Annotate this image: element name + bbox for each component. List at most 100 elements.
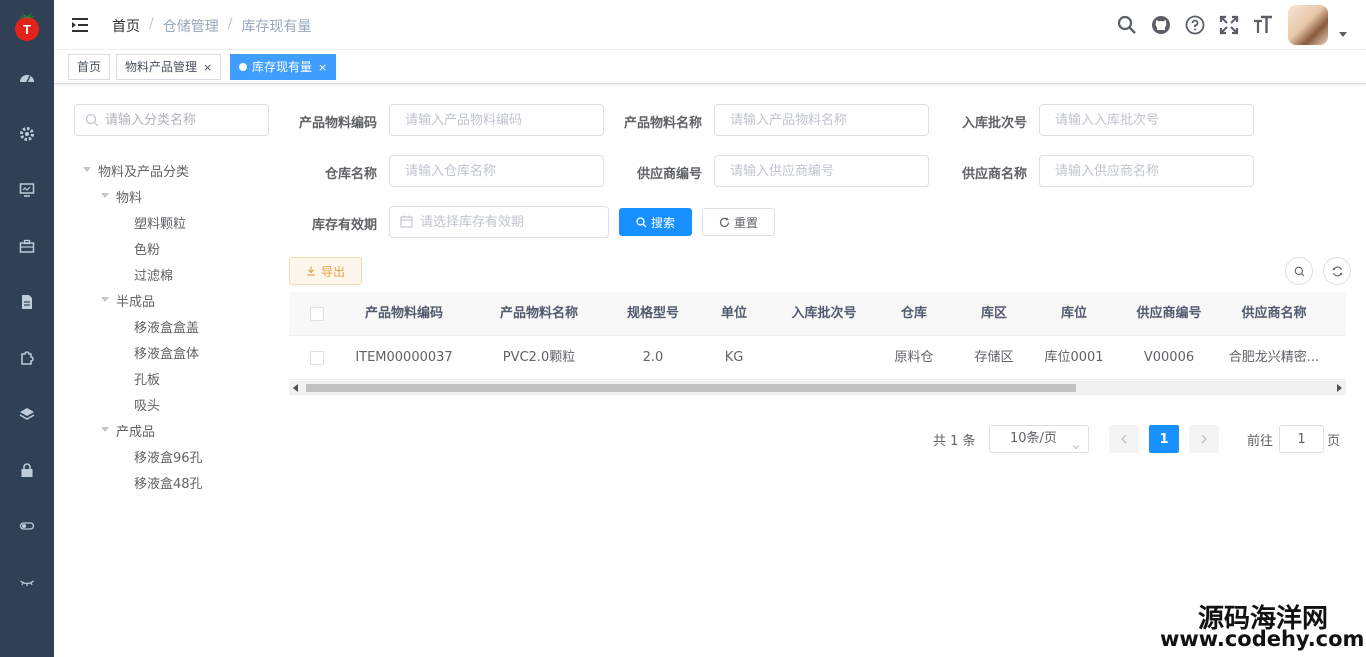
search-icon xyxy=(85,113,99,127)
layers-icon[interactable] xyxy=(17,404,37,424)
vendor-code-field xyxy=(714,155,929,187)
tag-home[interactable]: 首页 xyxy=(68,54,111,80)
close-icon[interactable]: × xyxy=(203,61,212,74)
puzzle-icon[interactable] xyxy=(17,348,37,368)
tree-node[interactable]: 物料及产品分类 xyxy=(98,161,189,180)
page-number-button[interactable]: 1 xyxy=(1149,425,1179,453)
refresh-table-button[interactable] xyxy=(1323,257,1351,285)
item-code-field xyxy=(389,104,604,136)
tree-node[interactable]: 移液盒48孔 xyxy=(134,473,203,492)
warehouse-field xyxy=(389,155,604,187)
tree-node[interactable]: 过滤棉 xyxy=(134,265,173,284)
scroll-left-icon[interactable] xyxy=(293,384,298,392)
column-header[interactable]: 库位 xyxy=(1034,292,1114,336)
prev-page-button[interactable] xyxy=(1109,425,1139,453)
item-code-input[interactable] xyxy=(390,105,603,135)
tree-node[interactable]: 吸头 xyxy=(134,395,160,414)
goto-prefix: 前往 xyxy=(1247,434,1274,449)
column-header[interactable]: 库区 xyxy=(959,292,1029,336)
item-name-input[interactable] xyxy=(715,105,928,135)
navbar: 首页 / 仓储管理 / 库存现有量 xyxy=(54,0,1366,50)
gear-icon[interactable] xyxy=(17,124,37,144)
tree-search xyxy=(74,104,269,136)
column-header[interactable]: 供应商编号 xyxy=(1124,292,1214,336)
horizontal-scrollbar[interactable] xyxy=(289,381,1346,395)
tree-node[interactable]: 物料 xyxy=(116,187,142,206)
expand-caret-icon[interactable] xyxy=(101,193,109,198)
row-checkbox[interactable] xyxy=(310,351,324,365)
table-cell: ITEM00000037 xyxy=(355,350,453,365)
chevron-down-icon xyxy=(1072,435,1080,450)
tree-node[interactable]: 移液盒盒体 xyxy=(134,343,199,362)
next-page-button[interactable] xyxy=(1189,425,1219,453)
eye-closed-icon[interactable] xyxy=(17,572,37,592)
help-icon[interactable] xyxy=(1184,14,1206,36)
vendor-code-input[interactable] xyxy=(715,156,928,186)
expand-caret-icon[interactable] xyxy=(101,297,109,302)
warehouse-input[interactable] xyxy=(390,156,603,186)
search-button-label: 搜索 xyxy=(650,215,675,230)
tag-inventory[interactable]: 库存现有量 × xyxy=(230,54,337,80)
table-cell xyxy=(774,336,874,380)
table-cell: 合肥龙兴精密... xyxy=(1228,350,1320,365)
hamburger-icon[interactable] xyxy=(70,15,90,35)
reset-button[interactable]: 重置 xyxy=(702,208,775,236)
tag-label: 首页 xyxy=(77,60,102,74)
batch-code-input[interactable] xyxy=(1040,105,1253,135)
app-root: T 首页 / 仓储管理 / 库存现有量 首页 物料产品管理 × 库存现有量 × … xyxy=(0,0,1366,657)
search-button[interactable]: 搜索 xyxy=(619,208,692,236)
breadcrumb-separator: / xyxy=(149,16,154,32)
search-icon[interactable] xyxy=(1116,14,1138,36)
breadcrumb-home[interactable]: 首页 xyxy=(112,16,140,36)
column-header[interactable]: 产品物料编码 xyxy=(344,292,464,336)
tree-node[interactable]: 移液盒96孔 xyxy=(134,447,203,466)
fullscreen-icon[interactable] xyxy=(1218,14,1240,36)
document-icon[interactable] xyxy=(17,292,37,312)
lock-icon[interactable] xyxy=(17,460,37,480)
goto-page-input[interactable] xyxy=(1280,426,1323,452)
toolbox-icon[interactable] xyxy=(17,236,37,256)
column-header[interactable]: 单位 xyxy=(704,292,764,336)
toggle-icon[interactable] xyxy=(17,516,37,536)
expire-date-input[interactable] xyxy=(390,207,608,237)
watermark-line2: www.codehy.com xyxy=(1160,627,1365,651)
column-header[interactable]: 入库批次号 xyxy=(774,292,874,336)
vendor-name-input[interactable] xyxy=(1040,156,1253,186)
dashboard-icon[interactable] xyxy=(17,68,37,88)
tree-search-input[interactable] xyxy=(105,105,265,135)
column-header[interactable]: 供应商名称 xyxy=(1224,292,1324,336)
tree-node[interactable]: 塑料颗粒 xyxy=(134,213,186,232)
scrollbar-thumb[interactable] xyxy=(306,384,1076,392)
toggle-search-button[interactable] xyxy=(1285,257,1313,285)
export-button[interactable]: 导出 xyxy=(289,257,362,285)
column-header[interactable]: 仓库 xyxy=(884,292,944,336)
table-row[interactable]: ITEM00000037 PVC2.0颗粒 2.0 KG 原料仓 存储区 库位0… xyxy=(289,336,1346,380)
breadcrumb-warehouse[interactable]: 仓储管理 xyxy=(163,16,219,36)
select-all-checkbox[interactable] xyxy=(310,307,324,321)
logo[interactable]: T xyxy=(9,8,45,44)
tree-node[interactable]: 产成品 xyxy=(116,421,155,440)
tree-node[interactable]: 色粉 xyxy=(134,239,160,258)
avatar[interactable] xyxy=(1288,5,1328,45)
column-header[interactable]: 产品物料名称 xyxy=(479,292,599,336)
active-dot-icon xyxy=(239,63,247,71)
monitor-icon[interactable] xyxy=(17,180,37,200)
goto-suffix: 页 xyxy=(1327,434,1341,449)
github-icon[interactable] xyxy=(1150,14,1172,36)
font-size-icon[interactable] xyxy=(1252,14,1274,36)
inventory-table: 产品物料编码 产品物料名称 规格型号 单位 入库批次号 仓库 库区 库位 供应商… xyxy=(289,292,1346,400)
expand-caret-icon[interactable] xyxy=(83,167,91,172)
tag-label: 物料产品管理 xyxy=(125,60,198,74)
tag-item-management[interactable]: 物料产品管理 × xyxy=(116,54,222,80)
close-icon[interactable]: × xyxy=(318,61,327,74)
expand-caret-icon[interactable] xyxy=(101,427,109,432)
svg-text:T: T xyxy=(23,22,31,37)
tree-node[interactable]: 移液盒盒盖 xyxy=(134,317,199,336)
tree-node[interactable]: 孔板 xyxy=(134,369,160,388)
page-size-select[interactable]: 10条/页 xyxy=(989,425,1089,453)
tree-node[interactable]: 半成品 xyxy=(116,291,155,310)
breadcrumb: 首页 / 仓储管理 / 库存现有量 xyxy=(112,16,311,36)
column-header[interactable]: 规格型号 xyxy=(609,292,697,336)
caret-down-icon[interactable] xyxy=(1338,28,1348,38)
scroll-right-icon[interactable] xyxy=(1337,384,1342,392)
